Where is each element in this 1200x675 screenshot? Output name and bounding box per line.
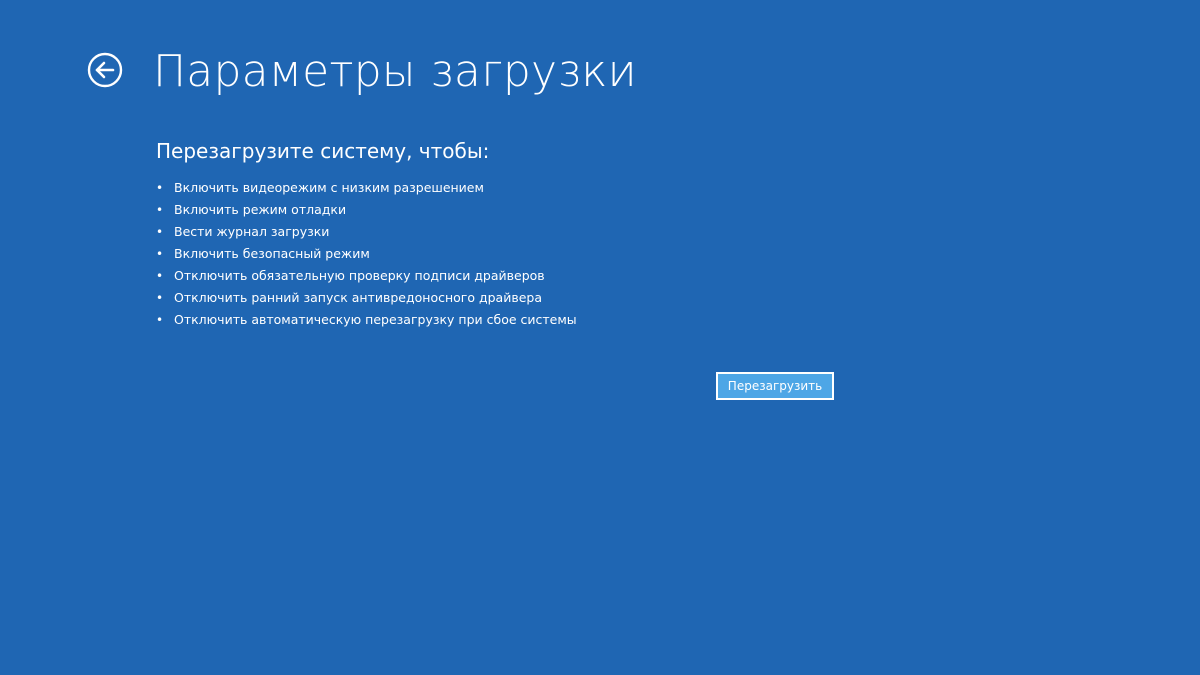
restart-button[interactable]: Перезагрузить	[716, 372, 834, 400]
page-title: Параметры загрузки	[153, 46, 637, 97]
option-text: Включить видеорежим с низким разрешением	[174, 180, 484, 195]
bullet: •	[156, 203, 164, 217]
option-text: Включить режим отладки	[174, 202, 347, 217]
option-text: Отключить автоматическую перезагрузку пр…	[174, 312, 577, 327]
list-item: • Вести журнал загрузки	[156, 221, 577, 243]
list-item: • Отключить автоматическую перезагрузку п…	[156, 309, 577, 331]
option-text: Отключить обязательную проверку подписи …	[174, 268, 545, 283]
option-text: Отключить ранний запуск антивредоносного…	[174, 290, 542, 305]
bullet: •	[156, 269, 164, 283]
list-item: • Отключить обязательную проверку подписи…	[156, 265, 577, 287]
back-arrow-circle-icon	[87, 52, 123, 88]
list-item: • Включить видеорежим с низким разрешение…	[156, 177, 577, 199]
bullet: •	[156, 313, 164, 327]
options-list: • Включить видеорежим с низким разрешение…	[156, 177, 577, 331]
bullet: •	[156, 247, 164, 261]
list-item: • Включить режим отладки	[156, 199, 577, 221]
back-button[interactable]	[87, 52, 123, 88]
bullet: •	[156, 291, 164, 305]
subtitle: Перезагрузите систему, чтобы:	[156, 139, 490, 163]
list-item: • Отключить ранний запуск антивредоносног…	[156, 287, 577, 309]
option-text: Включить безопасный режим	[174, 246, 370, 261]
option-text: Вести журнал загрузки	[174, 224, 330, 239]
bullet: •	[156, 181, 164, 195]
list-item: • Включить безопасный режим	[156, 243, 577, 265]
bullet: •	[156, 225, 164, 239]
